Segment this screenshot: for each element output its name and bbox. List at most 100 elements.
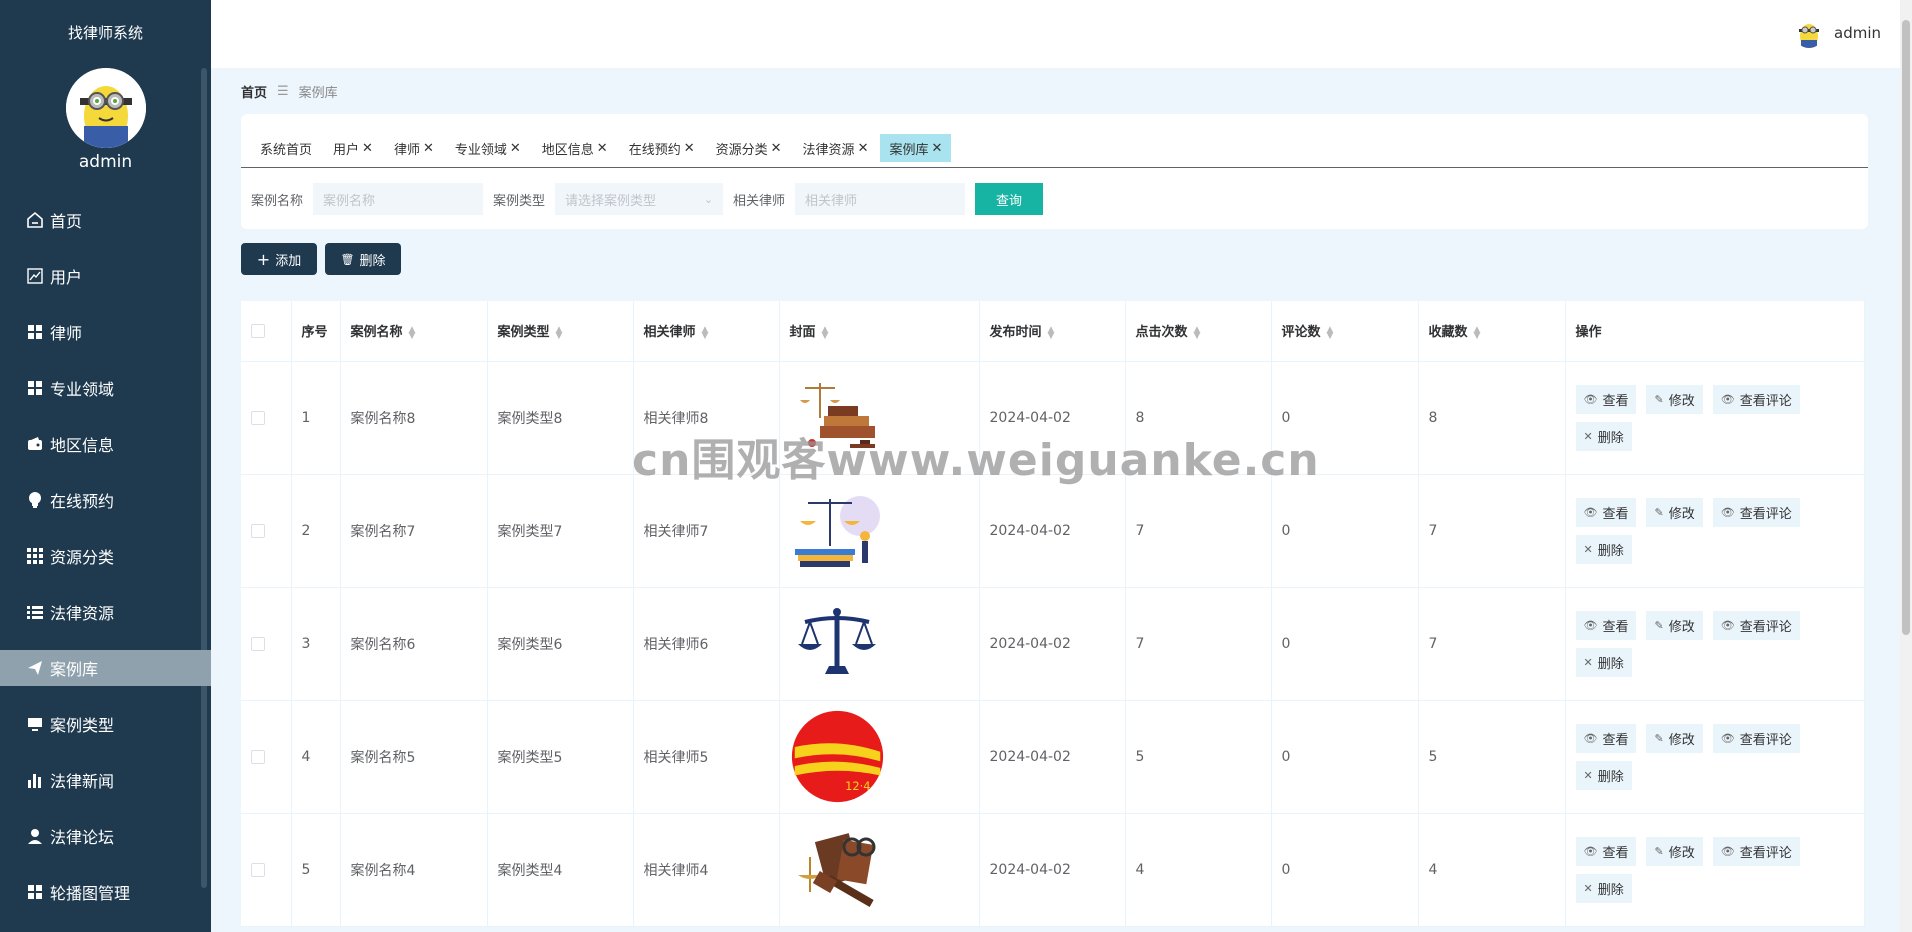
header-lawyer[interactable]: 相关律师 ▲ ▼ [633,301,780,362]
close-icon[interactable]: ✕ [597,141,608,156]
view-button[interactable]: 👁 查看 [1575,497,1637,527]
tab-0[interactable]: 系统首页 [251,134,321,162]
view-comments-button[interactable]: 👁 查看评论 [1712,497,1800,527]
sort-icon[interactable]: ▲ ▼ [702,325,709,340]
sidebar-item-12[interactable]: 轮播图管理 [0,864,211,920]
sidebar-item-11[interactable]: 法律论坛 [0,808,211,864]
delete-row-button[interactable]: ✕ 删除 [1575,873,1632,903]
header-type[interactable]: 案例类型 ▲ ▼ [487,301,634,362]
sort-icon[interactable]: ▲ ▼ [409,325,416,340]
tab-5[interactable]: 在线预约 ✕ [620,134,704,162]
view-button[interactable]: 👁 查看 [1575,610,1637,640]
lawyer-search-input[interactable]: 相关律师 [795,183,966,215]
cell-cover [779,474,980,588]
delete-row-button[interactable]: ✕ 删除 [1575,760,1632,790]
edit-button[interactable]: ✎ 修改 [1646,384,1703,414]
tab-7[interactable]: 法律资源 ✕ [794,134,878,162]
tab-label: 用户 [333,142,360,158]
delete-row-button[interactable]: ✕ 删除 [1575,421,1632,451]
justice-illustration-image[interactable] [790,486,885,576]
table-row[interactable]: 5 案例名称4 案例类型4 相关律师4 2024-04-02 4 0 4 👁 查看 ✎ 修改 👁 查看评论… [241,813,1865,927]
type-select[interactable]: 请选择案例类型 ⌄ [555,183,724,215]
tab-2[interactable]: 律师 ✕ [385,134,443,162]
tab-1[interactable]: 用户 ✕ [324,134,382,162]
sidebar-item-8[interactable]: 案例库 [0,650,211,686]
sidebar-item-5[interactable]: 在线预约 [0,472,211,528]
edit-button[interactable]: ✎ 修改 [1646,723,1703,753]
law-day-logo-image[interactable]: 12·4 [790,710,885,803]
table-row[interactable]: 3 案例名称6 案例类型6 相关律师6 2024-04-02 7 0 7 👁 查看 ✎ 修改 👁 查看评论… [241,587,1865,701]
sidebar-item-6[interactable]: 资源分类 [0,528,211,584]
header-name[interactable]: 案例名称 ▲ ▼ [340,301,488,362]
table-row[interactable]: 2 案例名称7 案例类型7 相关律师7 2024-04-02 7 0 7 👁 查看 ✎ 修改 👁 查看评论… [241,474,1865,588]
header-index: 序号 [291,301,341,362]
tab-3[interactable]: 专业领域 ✕ [446,134,530,162]
sidebar-item-7[interactable]: 法律资源 [0,584,211,640]
lawyer-search-label: 相关律师 [733,193,786,209]
scales-icon-image[interactable] [790,599,885,689]
sort-icon[interactable]: ▲ ▼ [1048,325,1055,340]
close-icon[interactable]: ✕ [510,141,521,156]
close-icon[interactable]: ✕ [931,141,942,156]
sidebar-item-2[interactable]: 律师 [0,304,211,360]
sidebar-item-9[interactable]: 案例类型 [0,696,211,752]
row-checkbox[interactable] [251,636,265,651]
view-comments-button[interactable]: 👁 查看评论 [1712,723,1800,753]
page-scrollbar-thumb[interactable] [1902,20,1910,635]
tab-4[interactable]: 地区信息 ✕ [533,134,617,162]
delete-row-button[interactable]: ✕ 删除 [1575,534,1632,564]
sidebar-item-0[interactable]: 首页 [0,192,211,248]
edit-button[interactable]: ✎ 修改 [1646,836,1703,866]
edit-icon: ✎ [1654,618,1664,632]
sort-icon[interactable]: ▲ ▼ [1327,325,1334,340]
close-icon[interactable]: ✕ [362,141,373,156]
view-button[interactable]: 👁 查看 [1575,836,1637,866]
page-scrollbar[interactable] [1900,0,1912,932]
sidebar-item-1[interactable]: 用户 [0,248,211,304]
header-favorites[interactable]: 收藏数 ▲ ▼ [1418,301,1566,362]
sort-icon[interactable]: ▲ ▼ [822,325,829,340]
header-clicks[interactable]: 点击次数 ▲ ▼ [1125,301,1272,362]
tab-8[interactable]: 案例库 ✕ [880,134,952,162]
sort-icon[interactable]: ▲ ▼ [556,325,563,340]
name-search-input[interactable]: 案例名称 [313,183,484,215]
delete-button[interactable]: 🗑 删除 [325,243,401,275]
edit-icon: ✎ [1654,844,1664,858]
breadcrumb-home[interactable]: 首页 [241,82,267,101]
row-checkbox[interactable] [251,410,265,425]
close-icon[interactable]: ✕ [858,141,869,156]
close-icon[interactable]: ✕ [771,141,782,156]
tab-label: 资源分类 [715,142,768,158]
view-button[interactable]: 👁 查看 [1575,384,1637,414]
tab-divider [241,167,1868,168]
view-comments-button[interactable]: 👁 查看评论 [1712,836,1800,866]
sort-icon[interactable]: ▲ ▼ [1474,325,1481,340]
view-button[interactable]: 👁 查看 [1575,723,1637,753]
close-icon[interactable]: ✕ [684,141,695,156]
header-comments[interactable]: 评论数 ▲ ▼ [1271,301,1419,362]
table-row[interactable]: 4 案例名称5 案例类型5 相关律师5 12·4 2024-04-02 5 0 5 👁 查看 ✎ 修改 👁… [241,700,1865,814]
header-time[interactable]: 发布时间 ▲ ▼ [979,301,1126,362]
sidebar-item-10[interactable]: 法律新闻 [0,752,211,808]
gavel-books-image[interactable] [790,825,885,915]
row-checkbox[interactable] [251,862,265,877]
cell-name: 案例名称7 [340,474,488,588]
select-all-checkbox[interactable] [251,323,265,338]
tab-6[interactable]: 资源分类 ✕ [707,134,791,162]
header-cover[interactable]: 封面 ▲ ▼ [779,301,980,362]
view-comments-button[interactable]: 👁 查看评论 [1712,610,1800,640]
row-checkbox[interactable] [251,749,265,764]
add-button[interactable]: + 添加 [241,243,317,275]
view-comments-button[interactable]: 👁 查看评论 [1712,384,1800,414]
edit-button[interactable]: ✎ 修改 [1646,610,1703,640]
user-menu[interactable]: admin [1794,18,1881,48]
sidebar-item-3[interactable]: 专业领域 [0,360,211,416]
sidebar-item-4[interactable]: 地区信息 [0,416,211,472]
delete-row-button[interactable]: ✕ 删除 [1575,647,1632,677]
query-button[interactable]: 查询 [975,183,1044,215]
row-checkbox[interactable] [251,523,265,538]
edit-button[interactable]: ✎ 修改 [1646,497,1703,527]
close-icon[interactable]: ✕ [423,141,434,156]
cell-comments: 0 [1271,700,1419,814]
sort-icon[interactable]: ▲ ▼ [1194,325,1201,340]
